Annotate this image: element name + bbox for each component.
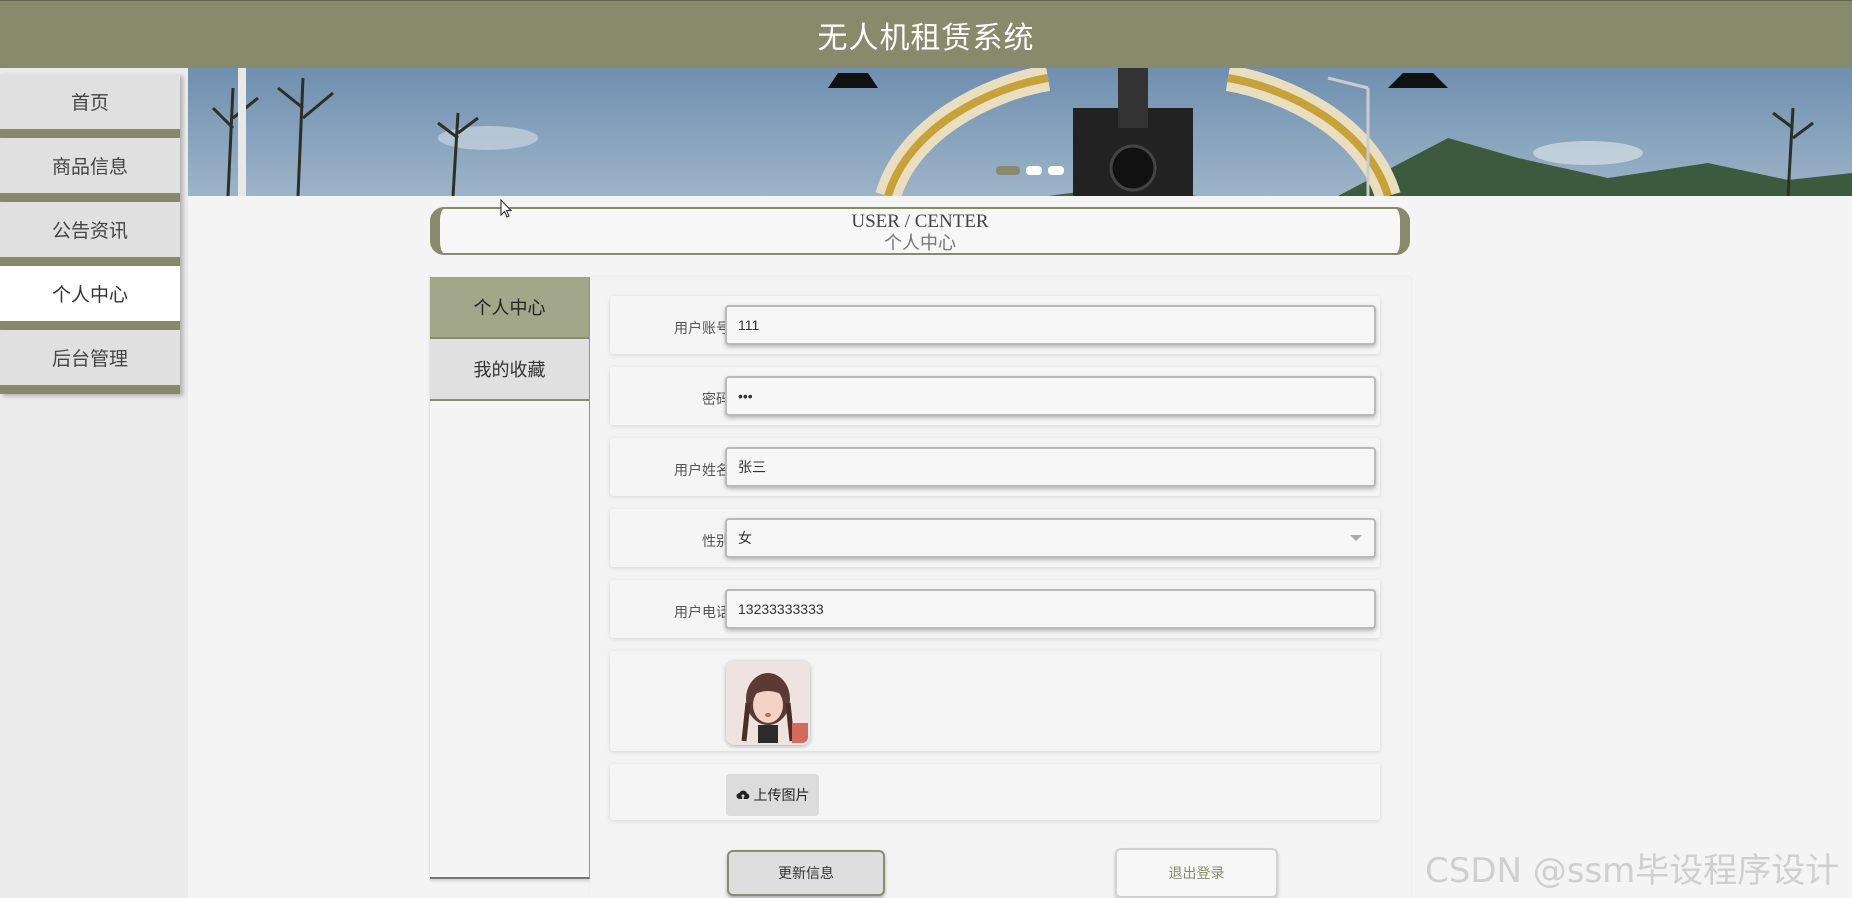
carousel-dots — [996, 166, 1064, 175]
nav-item-home[interactable]: 首页 — [0, 74, 180, 138]
form-row-account: 用户账号 — [610, 296, 1380, 354]
page-title-cn: 个人中心 — [884, 233, 956, 254]
phone-input[interactable] — [725, 589, 1376, 629]
form-row-upload: 上传图片 — [610, 764, 1380, 820]
banner-drone-image — [188, 68, 1852, 196]
tab-favorites[interactable]: 我的收藏 — [430, 339, 589, 401]
user-center-tabs: 个人中心 我的收藏 — [430, 277, 590, 879]
page-title: USER / CENTER 个人中心 — [430, 207, 1410, 255]
nav-item-user-center[interactable]: 个人中心 — [0, 266, 180, 330]
form-row-name: 用户姓名 — [610, 438, 1380, 496]
mouse-cursor-icon — [500, 199, 513, 218]
avatar[interactable] — [726, 661, 810, 745]
form-row-avatar — [610, 651, 1380, 751]
carousel-dot-1[interactable] — [996, 166, 1020, 175]
upload-image-label: 上传图片 — [753, 788, 810, 804]
phone-label: 用户电话 — [674, 605, 730, 621]
nav-item-announcements[interactable]: 公告资讯 — [0, 202, 180, 266]
password-label: 密码 — [702, 392, 730, 408]
account-label: 用户账号 — [674, 321, 730, 337]
carousel-dot-3[interactable] — [1048, 166, 1064, 175]
tab-user-center[interactable]: 个人中心 — [430, 277, 589, 339]
profile-form: 用户账号 密码 用户姓名 性别 女 用户电话 — [590, 277, 1411, 898]
app-header: 无人机租赁系统 — [0, 0, 1852, 68]
account-input[interactable] — [725, 305, 1376, 345]
update-info-button[interactable]: 更新信息 — [727, 850, 885, 896]
form-row-gender: 性别 女 — [610, 509, 1380, 567]
watermark: CSDN @ssm毕设程序设计 — [1425, 851, 1840, 891]
name-input[interactable] — [725, 447, 1376, 487]
gender-select[interactable]: 女 — [725, 518, 1376, 558]
name-label: 用户姓名 — [674, 463, 730, 479]
nav-item-products[interactable]: 商品信息 — [0, 138, 180, 202]
form-row-phone: 用户电话 — [610, 580, 1380, 638]
logout-button[interactable]: 退出登录 — [1115, 848, 1278, 898]
sidebar-nav: 首页 商品信息 公告资讯 个人中心 后台管理 — [0, 68, 188, 898]
gender-select-value[interactable]: 女 — [725, 518, 1376, 558]
upload-image-button[interactable]: 上传图片 — [726, 774, 819, 816]
cloud-upload-icon — [736, 790, 749, 799]
banner-carousel[interactable] — [188, 68, 1852, 196]
nav-item-admin[interactable]: 后台管理 — [0, 330, 180, 394]
page-title-en: USER / CENTER — [851, 211, 989, 232]
app-title: 无人机租赁系统 — [817, 20, 1035, 56]
form-row-password: 密码 — [610, 367, 1380, 425]
password-input[interactable] — [725, 376, 1376, 416]
chevron-down-icon[interactable] — [1350, 535, 1362, 541]
carousel-dot-2[interactable] — [1026, 166, 1042, 175]
gender-label: 性别 — [702, 534, 730, 550]
avatar-portrait-image — [728, 663, 808, 743]
